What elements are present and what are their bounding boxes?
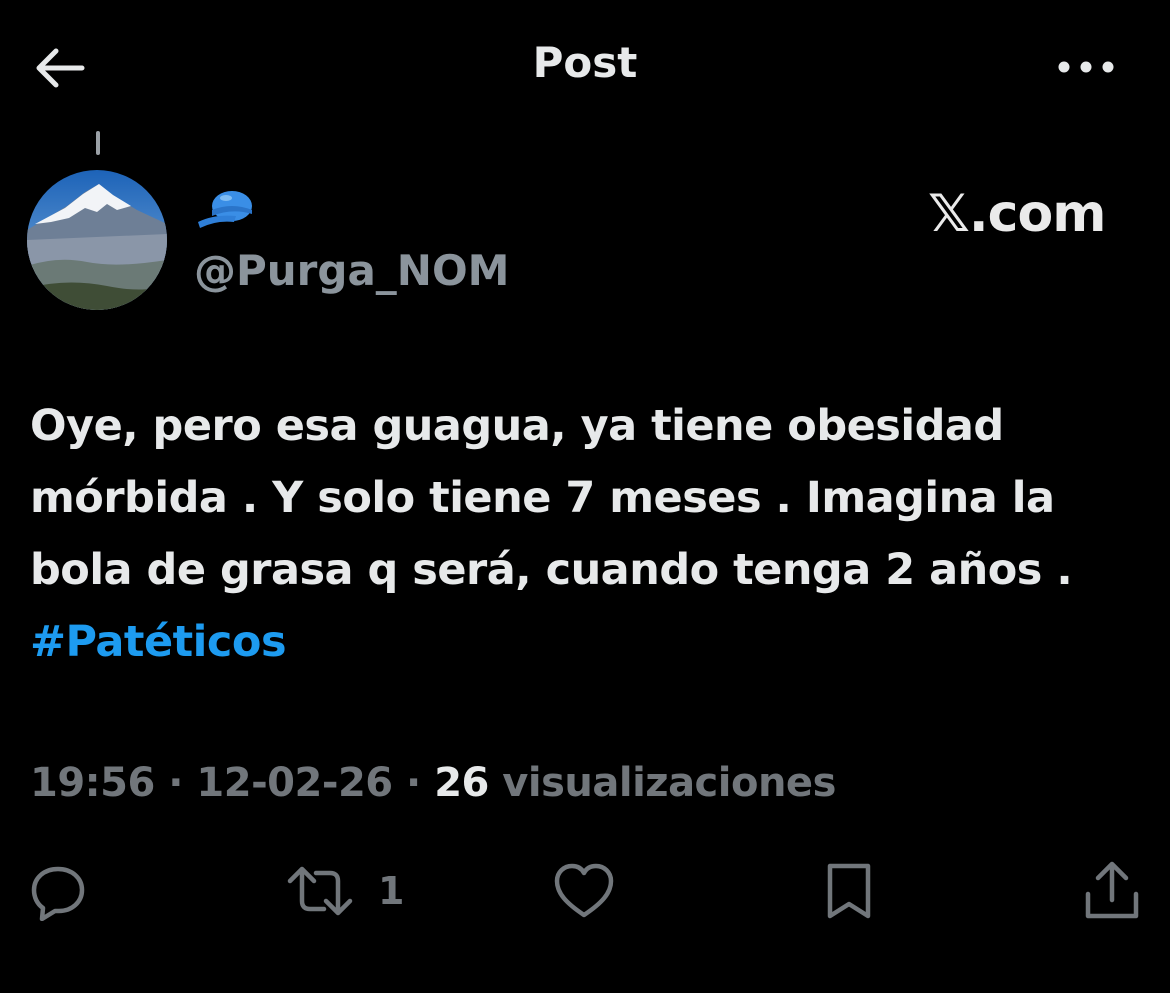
thread-connector-line (96, 131, 100, 155)
blue-cap-emoji (196, 188, 258, 230)
retweet-button[interactable]: 1 (286, 856, 404, 926)
tweet-date[interactable]: 12-02-26 (196, 760, 393, 806)
more-horizontal-icon (1058, 61, 1114, 73)
arrow-left-icon (36, 48, 85, 88)
tweet-body: Oye, pero esa guagua, ya tiene obesidad … (30, 401, 1073, 595)
x-com-watermark: 𝕏.com (928, 184, 1106, 244)
tweet-meta: 19:56 · 12-02-26 · 26 visualizaciones (30, 760, 836, 806)
bookmark-button[interactable] (822, 856, 876, 926)
bookmark-icon (827, 863, 871, 919)
meta-separator: · (168, 760, 183, 806)
avatar[interactable] (27, 170, 167, 310)
back-button[interactable] (30, 40, 90, 96)
author-handle[interactable]: @Purga_NOM (194, 246, 509, 295)
page-title: Post (532, 38, 638, 87)
top-bar: Post (0, 0, 1170, 134)
heart-icon (554, 863, 614, 918)
tweet-text: Oye, pero esa guagua, ya tiene obesidad … (30, 390, 1155, 678)
more-options-button[interactable] (1050, 44, 1122, 90)
like-button[interactable] (552, 856, 616, 926)
action-bar: 1 (0, 856, 1170, 926)
reply-button[interactable] (28, 856, 88, 926)
share-icon (1085, 861, 1139, 919)
retweet-icon (287, 866, 353, 916)
views-label: visualizaciones (502, 760, 836, 806)
hashtag-link[interactable]: #Patéticos (30, 617, 287, 667)
views-count: 26 (434, 760, 489, 806)
share-button[interactable] (1082, 856, 1142, 926)
reply-icon (31, 866, 85, 921)
meta-separator-2: · (406, 760, 421, 806)
tweet-time[interactable]: 19:56 (30, 760, 155, 806)
avatar-image (27, 170, 167, 310)
retweet-count: 1 (378, 869, 405, 913)
